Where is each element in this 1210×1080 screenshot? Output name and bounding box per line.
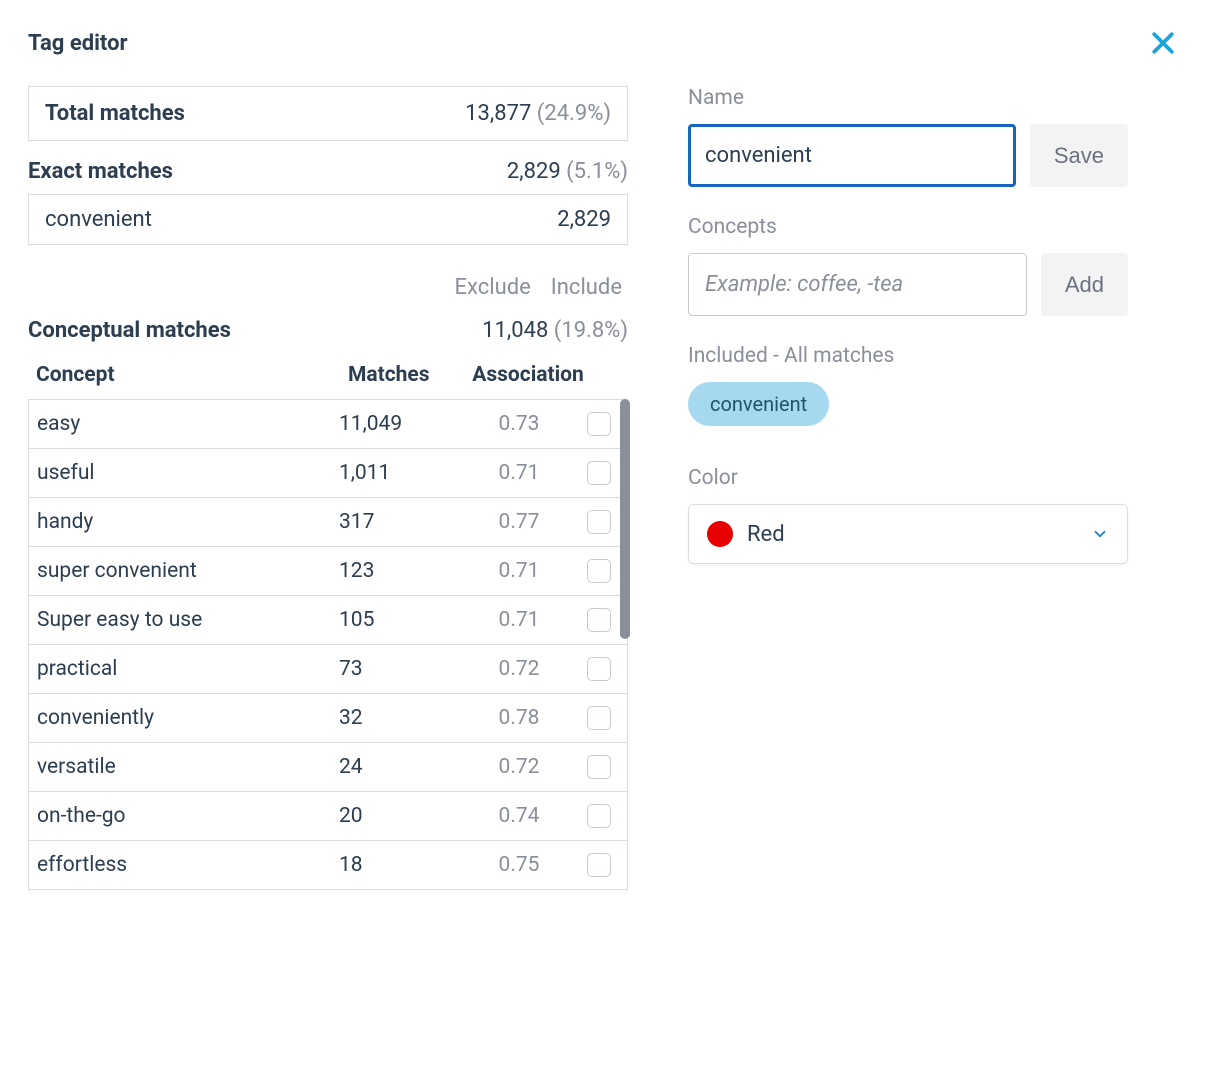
concept-matches: 317 xyxy=(339,510,459,534)
exact-matches-value: 2,829 (5.1%) xyxy=(507,159,628,184)
header-association: Association xyxy=(468,363,588,387)
exact-match-term: convenient xyxy=(45,207,152,232)
chevron-down-icon xyxy=(1091,525,1109,543)
exact-matches-pct: (5.1%) xyxy=(566,159,628,184)
concept-matches: 123 xyxy=(339,559,459,583)
concept-matches: 20 xyxy=(339,804,459,828)
conceptual-matches-value: 11,048 (19.8%) xyxy=(482,318,628,343)
exact-matches-label: Exact matches xyxy=(28,159,173,184)
color-name: Red xyxy=(747,522,1077,547)
include-label: Include xyxy=(551,275,622,300)
concept-checkbox[interactable] xyxy=(587,412,611,436)
concept-association: 0.75 xyxy=(459,853,579,877)
concept-matches: 18 xyxy=(339,853,459,877)
concept-matches: 32 xyxy=(339,706,459,730)
concept-name: easy xyxy=(37,412,339,436)
concept-name: Super easy to use xyxy=(37,608,339,632)
chips-row: convenient xyxy=(688,382,1128,426)
concept-name: effortless xyxy=(37,853,339,877)
concept-name: on-the-go xyxy=(37,804,339,828)
concept-checkbox[interactable] xyxy=(587,510,611,534)
header-concept: Concept xyxy=(36,363,348,387)
concept-name: practical xyxy=(37,657,339,681)
concept-matches: 24 xyxy=(339,755,459,779)
conceptual-matches-label: Conceptual matches xyxy=(28,318,231,343)
color-dot-icon xyxy=(707,521,733,547)
concept-checkbox[interactable] xyxy=(587,853,611,877)
scrollbar[interactable] xyxy=(620,399,630,639)
concept-checkbox[interactable] xyxy=(587,608,611,632)
header-matches: Matches xyxy=(348,363,468,387)
concept-checkbox[interactable] xyxy=(587,804,611,828)
concept-association: 0.71 xyxy=(459,461,579,485)
concept-row[interactable]: on-the-go200.74 xyxy=(29,792,627,841)
concept-name: handy xyxy=(37,510,339,534)
concept-association: 0.78 xyxy=(459,706,579,730)
concept-checkbox[interactable] xyxy=(587,755,611,779)
concept-row[interactable]: Super easy to use1050.71 xyxy=(29,596,627,645)
color-select[interactable]: Red xyxy=(688,504,1128,564)
concept-matches: 73 xyxy=(339,657,459,681)
concept-checkbox[interactable] xyxy=(587,657,611,681)
exact-match-count: 2,829 xyxy=(557,207,611,232)
color-label: Color xyxy=(688,466,1128,490)
concepts-table-header: Concept Matches Association xyxy=(28,353,628,399)
total-matches-value: 13,877 (24.9%) xyxy=(465,101,611,126)
total-matches-box: Total matches 13,877 (24.9%) xyxy=(28,86,628,141)
concept-association: 0.77 xyxy=(459,510,579,534)
concept-name: super convenient xyxy=(37,559,339,583)
concept-row[interactable]: useful1,0110.71 xyxy=(29,449,627,498)
concept-row[interactable]: conveniently320.78 xyxy=(29,694,627,743)
concepts-table[interactable]: easy11,0490.73useful1,0110.71handy3170.7… xyxy=(28,399,628,890)
close-button[interactable] xyxy=(1144,24,1182,62)
exact-matches-list: convenient 2,829 xyxy=(28,194,628,245)
exact-match-item[interactable]: convenient 2,829 xyxy=(29,195,627,244)
included-label: Included - All matches xyxy=(688,344,1128,368)
concept-matches: 1,011 xyxy=(339,461,459,485)
concept-row[interactable]: super convenient1230.71 xyxy=(29,547,627,596)
concept-row[interactable]: easy11,0490.73 xyxy=(29,400,627,449)
exclude-label: Exclude xyxy=(455,275,531,300)
total-matches-label: Total matches xyxy=(45,101,185,126)
exact-matches-row: Exact matches 2,829 (5.1%) xyxy=(28,159,628,184)
edit-panel: Name Save Concepts Add Included - All ma… xyxy=(688,86,1128,890)
page-title: Tag editor xyxy=(28,31,128,56)
concept-row[interactable]: handy3170.77 xyxy=(29,498,627,547)
concept-row[interactable]: versatile240.72 xyxy=(29,743,627,792)
save-button[interactable]: Save xyxy=(1030,124,1128,187)
concept-association: 0.72 xyxy=(459,657,579,681)
conceptual-matches-count: 11,048 xyxy=(482,318,548,343)
matches-panel: Total matches 13,877 (24.9%) Exact match… xyxy=(28,86,628,890)
exclude-include-header: Exclude Include xyxy=(28,275,628,300)
concept-name: useful xyxy=(37,461,339,485)
total-matches-pct: (24.9%) xyxy=(537,101,611,126)
concepts-label: Concepts xyxy=(688,215,1128,239)
name-label: Name xyxy=(688,86,1128,110)
concept-matches: 11,049 xyxy=(339,412,459,436)
concept-name: versatile xyxy=(37,755,339,779)
concept-association: 0.72 xyxy=(459,755,579,779)
concept-association: 0.71 xyxy=(459,559,579,583)
concept-row[interactable]: effortless180.75 xyxy=(29,841,627,889)
concept-name: conveniently xyxy=(37,706,339,730)
concept-checkbox[interactable] xyxy=(587,706,611,730)
concepts-input[interactable] xyxy=(688,253,1027,316)
concept-row[interactable]: practical730.72 xyxy=(29,645,627,694)
concept-association: 0.74 xyxy=(459,804,579,828)
exact-matches-count: 2,829 xyxy=(507,159,561,184)
add-button[interactable]: Add xyxy=(1041,253,1128,316)
concept-checkbox[interactable] xyxy=(587,461,611,485)
total-matches-count: 13,877 xyxy=(465,101,531,126)
concept-association: 0.71 xyxy=(459,608,579,632)
conceptual-matches-pct: (19.8%) xyxy=(554,318,628,343)
close-icon xyxy=(1148,28,1178,58)
concept-checkbox[interactable] xyxy=(587,559,611,583)
concept-association: 0.73 xyxy=(459,412,579,436)
concept-matches: 105 xyxy=(339,608,459,632)
conceptual-matches-row: Conceptual matches 11,048 (19.8%) xyxy=(28,318,628,343)
name-input[interactable] xyxy=(688,124,1016,187)
chip-convenient[interactable]: convenient xyxy=(688,382,829,426)
